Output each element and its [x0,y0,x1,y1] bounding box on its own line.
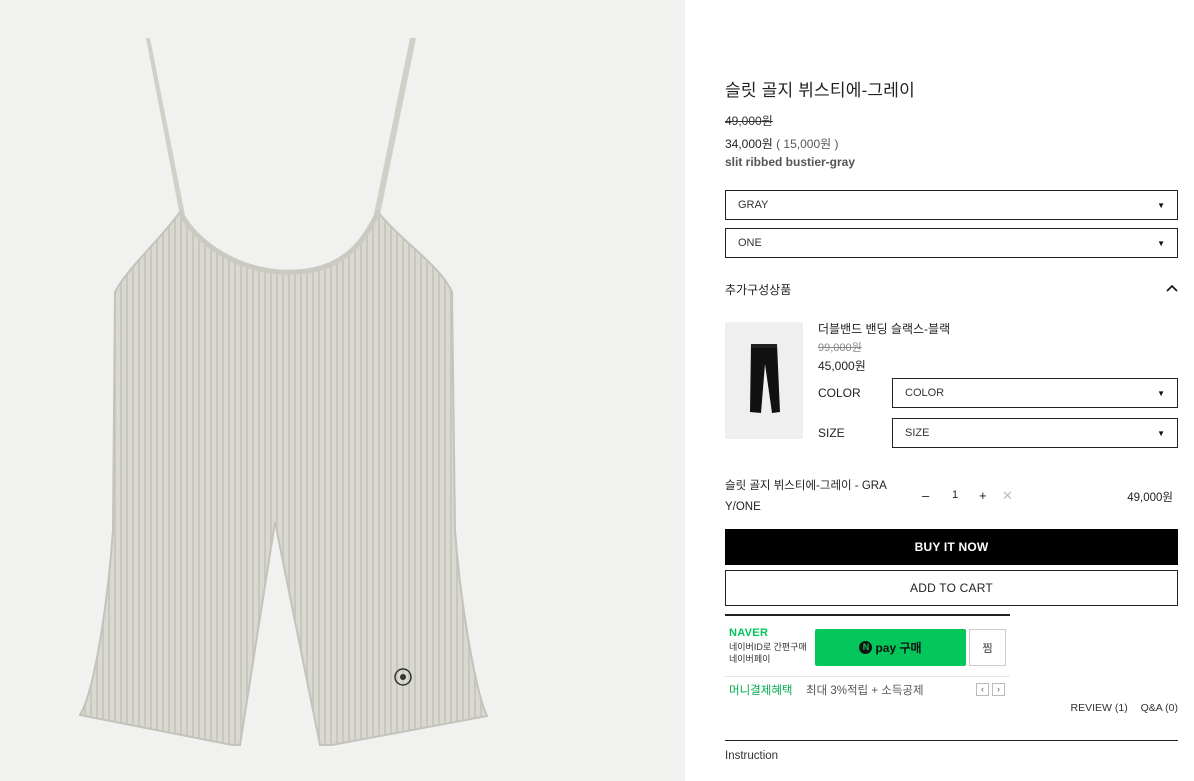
color-select[interactable]: GRAY ▼ [725,190,1178,220]
naver-pay-button[interactable]: N pay 구매 [815,629,966,666]
add-to-cart-button[interactable]: ADD TO CART [725,570,1178,606]
quantity-plus-button[interactable]: + [979,488,987,503]
addon-section-toggle[interactable]: 추가구성상품 [725,281,1178,298]
naver-pay-label: pay 구매 [875,641,922,655]
addon-sale-price: 45,000원 [818,359,866,373]
addon-heading: 추가구성상품 [725,283,792,297]
bustier-image [78,38,489,746]
chevron-down-icon: ▼ [1157,200,1165,210]
chevron-down-icon: ▼ [1157,428,1165,438]
chevron-down-icon: ▼ [1157,388,1165,398]
slacks-image [750,344,780,413]
divider [725,676,1010,677]
chevron-down-icon: ▼ [1157,238,1165,248]
sale-price: 34,000원 [725,137,773,151]
size-select[interactable]: ONE ▼ [725,228,1178,258]
quantity-minus-button[interactable]: – [922,488,929,503]
original-price: 49,000원 [725,114,773,128]
discount-amount: ( 15,000원 ) [776,137,839,151]
size-select-value: ONE [738,237,762,249]
wishlist-button[interactable]: 찜 [969,629,1006,666]
selected-item-name: 슬릿 골지 뷔스티에-그레이 - GRA Y/ONE [725,480,887,513]
remove-item-icon[interactable]: ✕ [1002,488,1013,504]
benefit-prev-button[interactable]: ‹ [976,683,989,696]
addon-color-select[interactable]: COLOR ▼ [892,378,1178,408]
sale-price-line: 34,000원 ( 15,000원 ) [725,135,839,152]
quantity-value[interactable]: 1 [952,489,958,501]
addon-product-name[interactable]: 더블밴드 밴딩 슬랙스-블랙 [818,320,950,337]
selected-item-price: 49,000원 [1127,492,1173,504]
product-info-panel: 슬릿 골지 뷔스티에-그레이 49,000원 34,000원 ( 15,000원… [725,0,1178,781]
buy-now-button[interactable]: BUY IT NOW [725,529,1178,565]
naver-brand: NAVER [729,627,769,639]
benefit-label: 머니결제혜택 [729,685,793,697]
qna-tab-link[interactable]: Q&A (0) [1141,702,1178,714]
addon-thumbnail[interactable] [725,322,803,439]
addon-color-value: COLOR [905,387,945,399]
naver-pay-widget: NAVER 네이버ID로 간편구매 네이버페이 N pay 구매 찜 머니결제혜… [725,614,1010,702]
naver-pay-icon: N [859,641,873,654]
addon-original-price: 99,000원 [818,342,862,354]
product-english-name: slit ribbed bustier-gray [725,155,856,169]
product-title: 슬릿 골지 뷔스티에-그레이 [725,81,915,100]
benefit-next-button[interactable]: › [992,683,1005,696]
addon-size-select[interactable]: SIZE ▼ [892,418,1178,448]
benefit-detail: 최대 3%적립 + 소득공제 [806,685,924,697]
review-tab-link[interactable]: REVIEW (1) [1071,702,1128,714]
product-image [0,0,685,781]
color-select-value: GRAY [738,199,769,211]
addon-color-label: COLOR [818,386,861,400]
addon-size-label: SIZE [818,426,845,440]
addon-size-value: SIZE [905,427,930,439]
naver-pay-description: 네이버ID로 간편구매 네이버페이 [729,642,807,664]
chevron-up-icon[interactable] [1166,279,1178,295]
product-tab-links: REVIEW (1) Q&A (0) [1061,702,1178,714]
instruction-section[interactable]: Instruction [725,740,1178,762]
